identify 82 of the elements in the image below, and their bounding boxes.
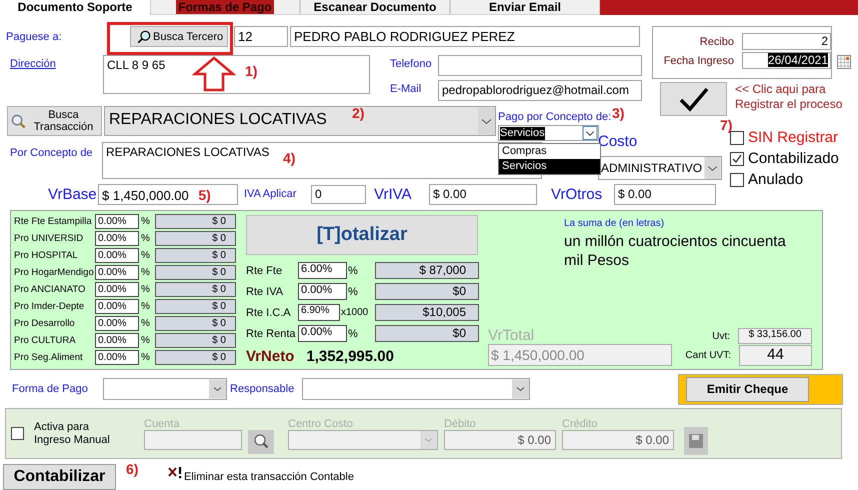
row-label: Rte Renta [246, 328, 297, 340]
field-label: La suma de (en letras) [564, 218, 666, 229]
amount-field: $ 0 [155, 265, 236, 280]
field-label: Recibo [698, 36, 736, 48]
total-field: $ 1,450,000.00 [488, 344, 672, 366]
annotation-number: 4) [283, 150, 296, 166]
field-label: E-Mail [390, 82, 422, 97]
annotation-number: 6) [126, 461, 138, 477]
field-label: Forma de Pago [11, 383, 89, 395]
field-label: VrIVA [373, 186, 413, 202]
row-label: Pro Seg.Aliment [14, 352, 84, 363]
unit-label: % [347, 264, 359, 276]
uvt-field: $ 33,156.00 [738, 328, 812, 344]
amount-field: $ 0 [155, 214, 236, 229]
amount-field: $ 87,000 [375, 262, 479, 279]
row-label: Rte I.C.A [246, 306, 292, 318]
amount-field: $ 0 [155, 231, 236, 246]
field-label: Responsable [229, 383, 296, 395]
annotation-number: 3) [612, 105, 624, 121]
annotation-number: 5) [198, 186, 211, 202]
unit-label: % [347, 286, 359, 298]
unit-label: % [347, 328, 359, 340]
row-label: Rte Fte [246, 264, 284, 276]
amount-field: $ 0 [155, 316, 236, 331]
field-label: VrTotal [488, 327, 536, 344]
row-label: Pro HogarMendigo [14, 267, 95, 278]
field-label: Fecha Ingreso [662, 54, 736, 66]
amount-field: $0 [375, 325, 479, 342]
unit-label: % [140, 284, 151, 295]
field-label: Crédito [562, 418, 598, 430]
field-label: Uvt: [712, 330, 730, 342]
row-label: Pro Imder-Depte [14, 301, 86, 312]
row-label: Pro HOSPITAL [14, 250, 79, 261]
field-label: VrBase [47, 186, 98, 202]
unit-label: % [140, 318, 151, 329]
unit-label: % [140, 301, 151, 312]
register-hint: << Clic aqui para Registrar el proceso [735, 82, 844, 113]
annotation-number: 1) [245, 63, 258, 79]
unit-label: % [140, 267, 151, 278]
amount-field: $ 0 [155, 282, 236, 297]
field-label: Por Concepto de [9, 146, 94, 159]
field-label: Cuenta [144, 418, 180, 430]
net-label: VrNeto [246, 348, 294, 365]
amount-in-words: un millón cuatrocientos cincuenta mil Pesos [564, 232, 787, 270]
field-label: Débito [444, 418, 477, 430]
unit-label: % [140, 335, 151, 346]
unit-label: % [140, 250, 151, 261]
credit-field: $ 0.00 [562, 430, 674, 450]
unit-label: % [140, 352, 151, 363]
amount-field: $ 0 [155, 299, 236, 314]
uvt-count-field: 44 [739, 345, 812, 366]
row-label: Rte Fte Estampilla [14, 216, 93, 227]
amount-field: $ 0 [155, 350, 236, 365]
field-label: Cant UVT: [685, 350, 731, 361]
field-label: Costo [598, 134, 638, 150]
unit-label: % [140, 233, 151, 244]
checkbox-label: Contabilizado [748, 150, 839, 167]
field-label: Pago por Concepto de: [498, 111, 612, 123]
field-label: Centro Costo [288, 418, 354, 430]
row-label: Pro CULTURA [14, 335, 77, 346]
field-label: Telefono [390, 57, 433, 72]
field-label: Dirección [9, 57, 57, 70]
annotation-number: 7) [720, 117, 732, 133]
amount-field: $10,005 [375, 304, 479, 321]
row-label: Pro UNIVERSID [14, 233, 84, 244]
row-label: Pro Desarrollo [14, 318, 76, 329]
net-value: 1,352,995.00 [306, 348, 394, 365]
checkbox-label: SIN Registrar [748, 129, 838, 146]
annotation-number: 2) [352, 105, 364, 121]
debit-field: $ 0.00 [444, 430, 556, 450]
row-label: Pro ANCIANATO [14, 284, 86, 295]
unit-label: x1000 [340, 307, 370, 318]
checkbox-label: Anulado [748, 171, 804, 188]
field-label: Paguese a: [5, 30, 63, 43]
amount-field: $ 0 [155, 248, 236, 263]
checkbox-label: Activa para Ingreso Manual [34, 420, 111, 446]
amount-field: $0 [375, 283, 479, 300]
unit-label: % [140, 216, 151, 227]
row-label: Rte IVA [246, 286, 284, 298]
field-label: IVA Aplicar [243, 188, 298, 200]
amount-field: $ 0 [155, 333, 236, 348]
field-label: VrOtros [550, 186, 604, 202]
